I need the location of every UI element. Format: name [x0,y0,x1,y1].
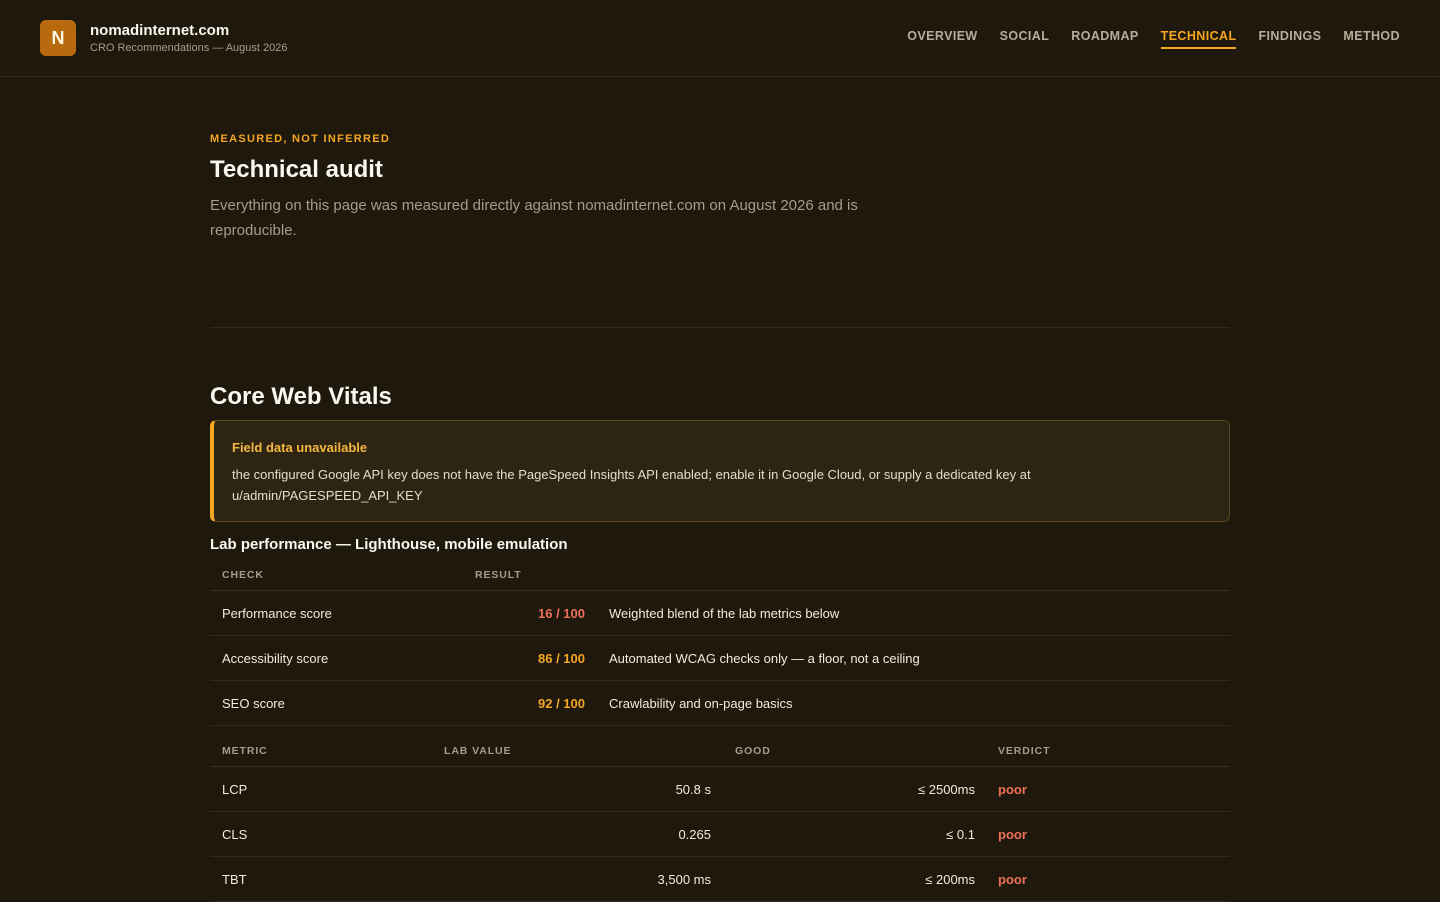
check-result: 86 / 100 [538,651,585,666]
check-result: 92 / 100 [538,696,585,711]
check-note: Weighted blend of the lab metrics below [609,606,840,621]
page-eyebrow: MEASURED, NOT INFERRED [210,133,391,145]
page-title: Technical audit [210,156,383,183]
metric-name: LCP [222,782,248,797]
metric-name: TBT [222,872,247,887]
logo-badge: N [40,20,76,56]
check-result: 16 / 100 [538,606,585,621]
header-result: RESULT [475,569,522,581]
check-note: Automated WCAG checks only — a floor, no… [609,651,920,666]
table-row: SEO score 92 / 100 Crawlability and on-p… [210,681,1230,726]
nav-social[interactable]: SOCIAL [1000,29,1050,49]
nav-findings[interactable]: FINDINGS [1258,29,1321,49]
metric-lab-value: 3,500 ms [657,872,711,887]
check-name: Accessibility score [222,651,329,666]
table-row: Performance score 16 / 100 Weighted blen… [210,591,1230,636]
site-name: nomadinternet.com [90,21,230,39]
lab-performance-title: Lab performance — Lighthouse, mobile emu… [210,536,568,553]
table-header: METRIC LAB VALUE GOOD VERDICT [210,734,1230,767]
check-name: SEO score [222,696,285,711]
metric-name: CLS [222,827,248,842]
nav-overview[interactable]: OVERVIEW [907,29,977,49]
header-verdict: VERDICT [998,745,1051,757]
field-data-alert: Field data unavailable the configured Go… [210,420,1230,522]
table-row: TBT 3,500 ms ≤ 200ms poor [210,857,1230,902]
table-row: Accessibility score 86 / 100 Automated W… [210,636,1230,681]
nav-roadmap[interactable]: ROADMAP [1071,29,1138,49]
check-name: Performance score [222,606,332,621]
table-row: LCP 50.8 s ≤ 2500ms poor [210,767,1230,812]
metric-lab-value: 50.8 s [675,782,711,797]
top-bar: N nomadinternet.com CRO Recommendations … [0,0,1440,77]
metric-verdict: poor [998,872,1027,887]
metric-lab-value: 0.265 [678,827,711,842]
alert-title: Field data unavailable [232,440,368,455]
header-good: GOOD [735,745,771,757]
metric-verdict: poor [998,782,1027,797]
nav-technical[interactable]: TECHNICAL [1160,29,1237,49]
page-description: Everything on this page was measured dir… [210,197,858,239]
main-nav: OVERVIEW SOCIAL ROADMAP TECHNICAL FINDIN… [885,29,1400,49]
table-header: CHECK RESULT [210,558,1230,591]
table-row: CLS 0.265 ≤ 0.1 poor [210,812,1230,857]
metric-verdict: poor [998,827,1027,842]
alert-body: the configured Google API key does not h… [232,467,1031,503]
brand[interactable]: N nomadinternet.com CRO Recommendations … [40,20,288,56]
core-web-vitals-title: Core Web Vitals [210,383,392,410]
scores-table: CHECK RESULT Performance score 16 / 100 … [210,558,1230,726]
check-note: Crawlability and on-page basics [609,696,793,711]
header-metric: METRIC [222,745,268,757]
header-lab-value: LAB VALUE [444,745,512,757]
metric-good-threshold: ≤ 0.1 [946,827,975,842]
header-check: CHECK [222,569,264,581]
brand-text: nomadinternet.com CRO Recommendations — … [90,22,288,55]
section-divider [210,327,1230,328]
metric-good-threshold: ≤ 200ms [925,872,975,887]
site-subtitle: CRO Recommendations — August 2026 [90,41,288,54]
metrics-table: METRIC LAB VALUE GOOD VERDICT LCP 50.8 s… [210,734,1230,902]
nav-method[interactable]: METHOD [1343,29,1400,49]
metric-good-threshold: ≤ 2500ms [918,782,975,797]
